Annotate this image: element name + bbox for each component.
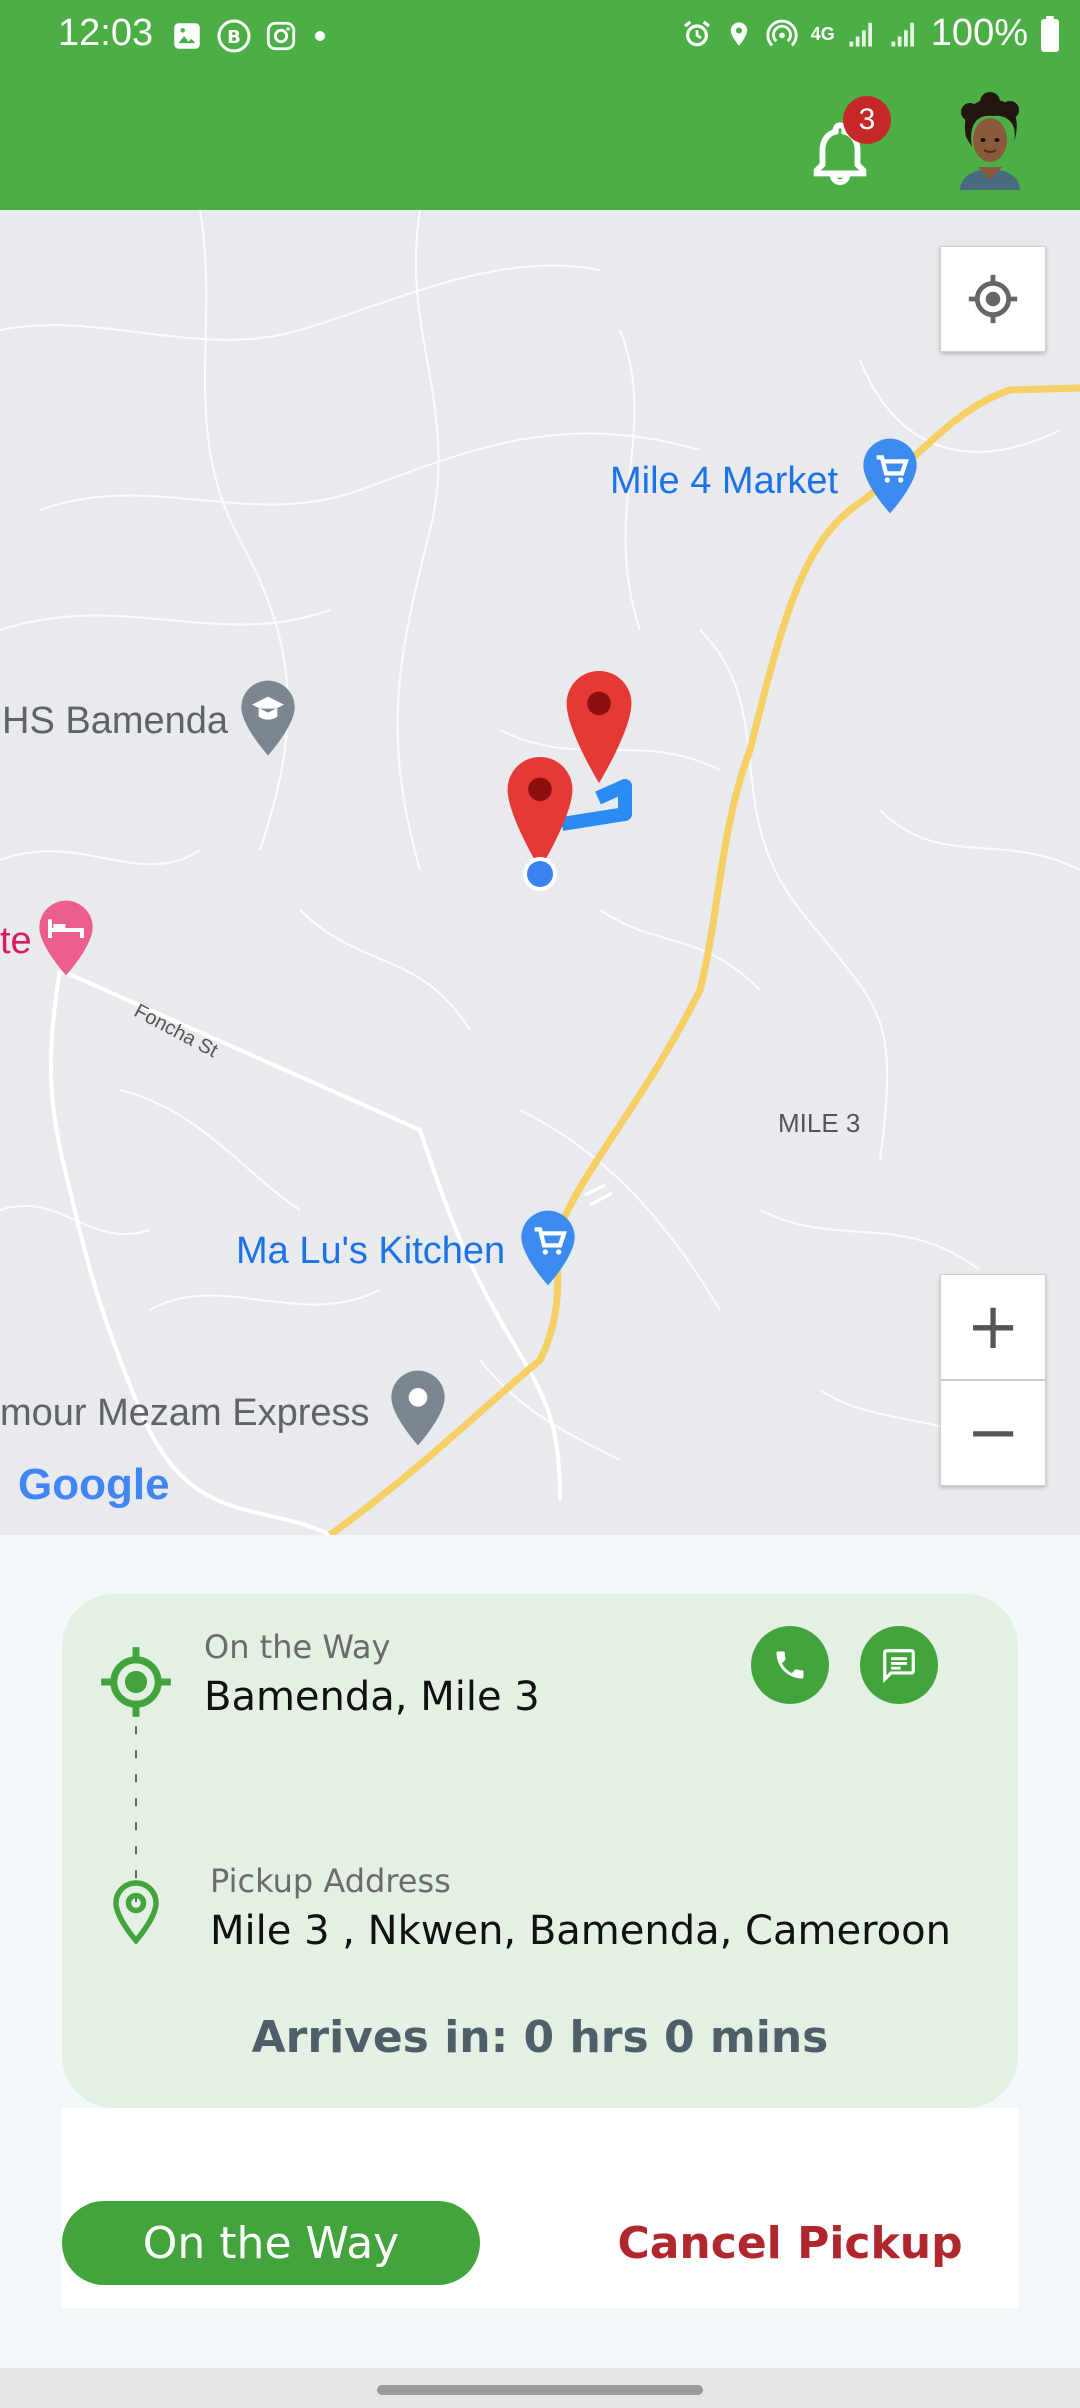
map-label-hs-bamenda: HS Bamenda xyxy=(2,700,229,742)
status-bar: 12:03 B 4G 100% xyxy=(0,0,1080,70)
trip-status-label: On the Way xyxy=(204,1628,391,1666)
status-notification-icons: B xyxy=(170,18,330,54)
call-button[interactable] xyxy=(751,1626,829,1704)
svg-text:B: B xyxy=(227,27,241,48)
trip-info-card: On the Way Bamenda, Mile 3 Pickup Addres… xyxy=(62,1594,1018,2108)
notification-badge: 3 xyxy=(843,96,891,144)
battery-percent: 100% xyxy=(930,12,1028,54)
location-icon xyxy=(730,21,747,46)
chat-icon xyxy=(883,1649,915,1684)
home-gesture-handle[interactable] xyxy=(377,2385,703,2395)
app-bar: 3 xyxy=(0,70,1080,210)
zoom-out-button[interactable]: − xyxy=(940,1380,1046,1486)
b-app-icon: B xyxy=(217,19,251,53)
eta-text: Arrives in: 0 hrs 0 mins xyxy=(62,2012,1018,2063)
gallery-icon xyxy=(174,23,200,49)
zoom-in-button[interactable]: + xyxy=(940,1274,1046,1380)
pickup-address-text: Mile 3 , Nkwen, Bamenda, Cameroon xyxy=(210,1908,951,1954)
map-label-ma-lus-kitchen: Ma Lu's Kitchen xyxy=(236,1230,506,1272)
route-dotted-line xyxy=(135,1726,137,1902)
hotspot-icon xyxy=(766,19,798,46)
cart-pin-icon[interactable] xyxy=(858,436,922,516)
cancel-pickup-button[interactable]: Cancel Pickup xyxy=(590,2201,990,2285)
status-time: 12:03 xyxy=(58,12,154,54)
signal-icon xyxy=(849,22,872,46)
place-pin-icon[interactable] xyxy=(386,1368,450,1448)
battery-icon xyxy=(1041,15,1059,52)
zoom-in-label: + xyxy=(966,1290,1020,1364)
status-system-icons: 4G 100% xyxy=(681,12,1060,55)
map-label-hotel: te xyxy=(0,920,32,962)
avatar-icon xyxy=(960,92,1020,190)
on-the-way-button[interactable]: On the Way xyxy=(62,2201,480,2285)
crosshair-icon xyxy=(968,274,1018,324)
zoom-out-label: − xyxy=(966,1396,1020,1470)
google-attribution: Google xyxy=(18,1460,170,1509)
school-pin-icon[interactable] xyxy=(236,678,300,758)
eta-value: Arrives in: 0 hrs 0 mins xyxy=(251,2012,829,2063)
cart-pin-icon-2[interactable] xyxy=(516,1208,580,1288)
network-type: 4G xyxy=(810,23,835,44)
map-label-mile3: MILE 3 xyxy=(778,1108,861,1138)
map-label-mezam-express: mour Mezam Express xyxy=(0,1392,370,1434)
map-label-mile4-market: Mile 4 Market xyxy=(610,460,839,502)
avatar[interactable] xyxy=(950,92,1030,190)
signal-icon-2 xyxy=(891,22,914,46)
notifications-button[interactable]: 3 xyxy=(805,96,891,190)
map-view[interactable]: Mile 4 Market HS Bamenda te Foncha St MI… xyxy=(0,210,1080,1535)
pickup-pin-icon xyxy=(113,1880,159,1945)
alarm-icon xyxy=(683,20,710,46)
phone-icon xyxy=(776,1651,804,1679)
current-location-dot-icon xyxy=(523,857,557,891)
current-location-text: Bamenda, Mile 3 xyxy=(204,1674,540,1720)
my-location-button[interactable] xyxy=(940,246,1046,352)
pickup-address-label: Pickup Address xyxy=(210,1862,451,1900)
hotel-pin-icon[interactable] xyxy=(34,898,98,978)
instagram-icon xyxy=(266,21,296,51)
dot-icon xyxy=(315,31,325,41)
current-location-icon xyxy=(101,1647,171,1717)
message-button[interactable] xyxy=(860,1626,938,1704)
system-nav-bar xyxy=(0,2368,1080,2408)
